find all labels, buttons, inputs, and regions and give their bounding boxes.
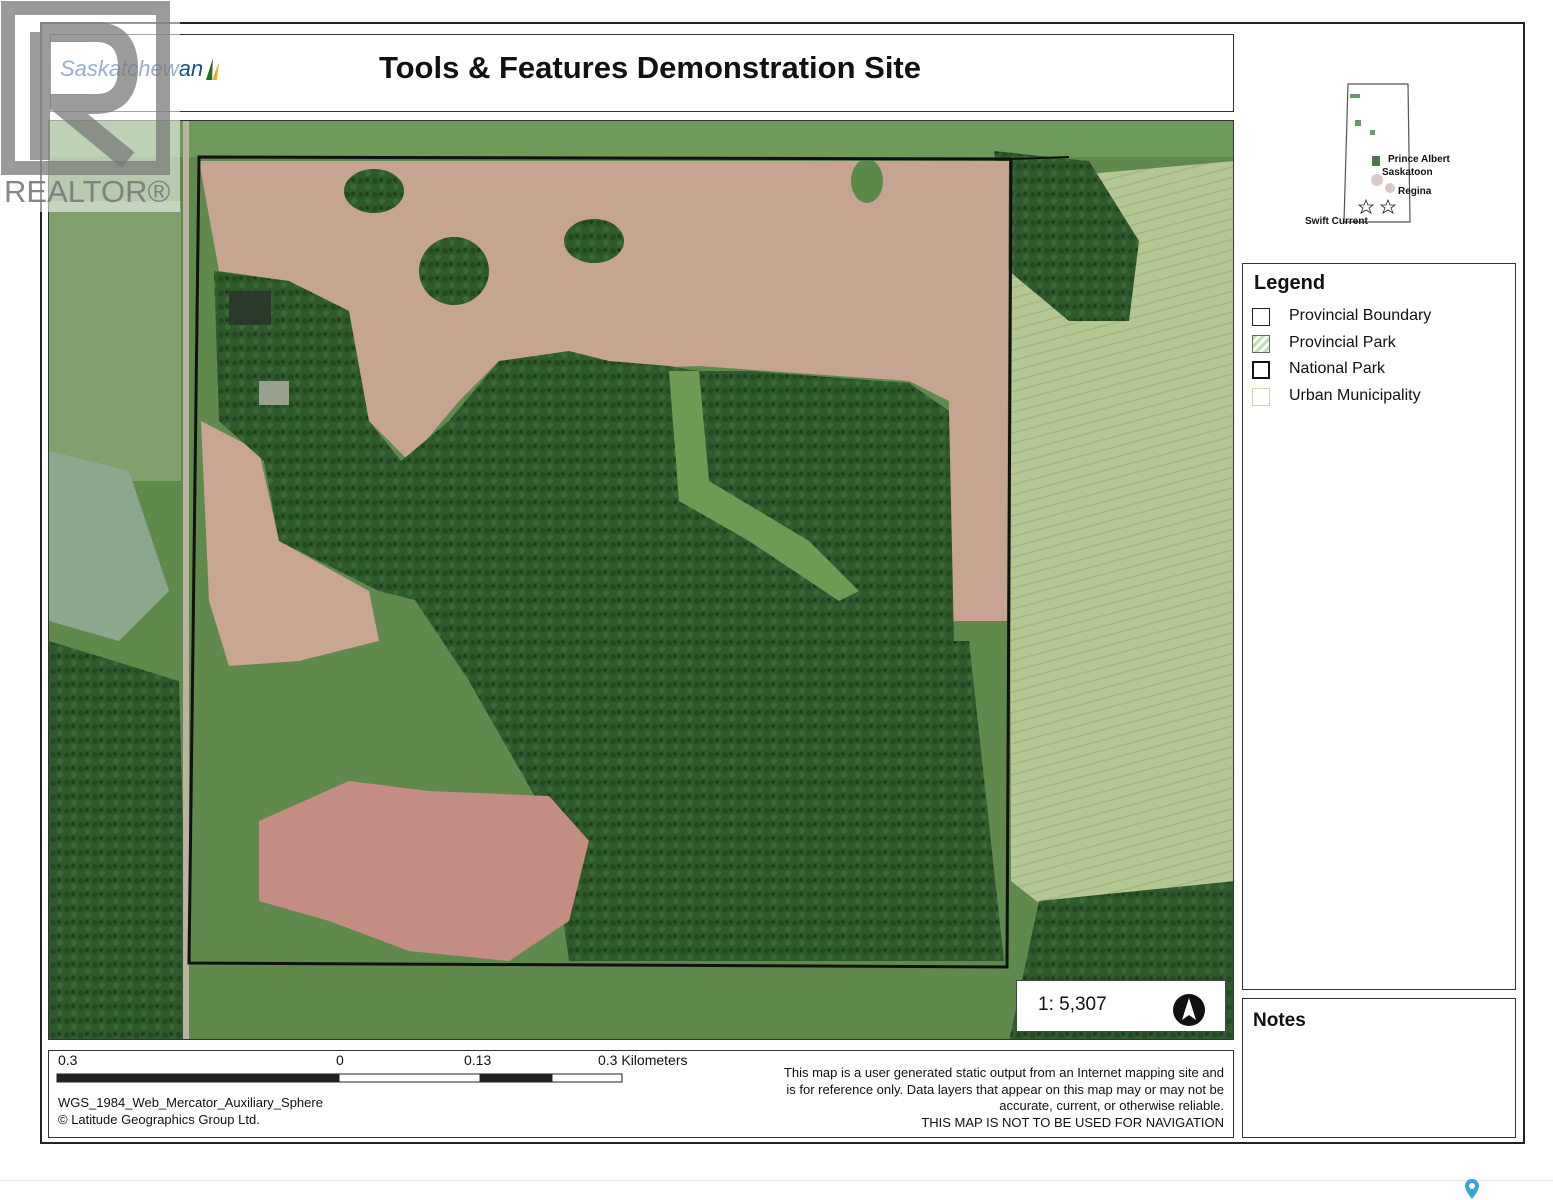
realtor-watermark-text: REALTOR® [4,174,171,209]
legend-item-label: National Park [1289,360,1386,377]
inset-city-label: Regina [1398,186,1432,197]
legend-item-provincial-boundary: Provincial Boundary [1252,307,1512,329]
location-pin-icon[interactable] [1464,1178,1480,1200]
satellite-map[interactable] [48,120,1234,1040]
projection-text: WGS_1984_Web_Mercator_Auxiliary_Sphere [58,1095,323,1110]
map-title: Tools & Features Demonstration Site [378,50,921,85]
legend-item-provincial-park: Provincial Park [1252,334,1512,356]
legend-item-label: Urban Municipality [1289,387,1421,404]
gravel-road [183,121,189,1039]
disclaimer-text: This map is a user generated static outp… [700,1065,1224,1131]
scale-bar [56,1073,623,1083]
legend-item-urban-municipality: Urban Municipality [1252,387,1512,409]
navigation-warning: THIS MAP IS NOT TO BE USED FOR NAVIGATIO… [921,1114,1224,1130]
farmyard-structure [259,381,289,405]
satellite-imagery [49,121,1233,1039]
disclaimer-line: accurate, current, or otherwise reliable… [999,1098,1224,1113]
realtor-logo-icon: REALTOR® [0,0,180,212]
north-arrow-icon [1173,994,1205,1026]
saskatchewan-inset-map: Prince Albert Saskatoon Regina Swift Cur… [1305,83,1451,227]
legend-item-label: Provincial Boundary [1289,307,1432,324]
legend-item-national-park: National Park [1252,360,1512,382]
page-divider [0,1180,1553,1181]
tree-island [564,219,624,263]
inset-city-label: Prince Albert [1388,154,1451,165]
legend-item-label: Provincial Park [1289,334,1396,351]
scale-label-left: 0.3 [58,1052,78,1068]
provincial-boundary-swatch-icon [1252,308,1270,326]
farmyard-building [229,291,271,325]
scale-ratio: 1: 5,307 [1038,994,1107,1015]
legend-title: Legend [1254,272,1326,294]
tree-island [419,237,489,305]
copyright-text: © Latitude Geographics Group Ltd. [58,1112,260,1127]
scale-label-zero: 0 [336,1052,344,1068]
top-field-strip [49,121,1233,157]
disclaimer-line: This map is a user generated static outp… [783,1065,1224,1080]
scale-label-mid: 0.13 [464,1052,492,1068]
provincial-park-swatch-icon [1252,335,1270,353]
urban-municipality-swatch-icon [1252,388,1270,406]
scale-label-right: 0.3 Kilometers [598,1052,688,1068]
left-field [49,201,181,481]
notes-title: Notes [1253,1010,1306,1031]
tree-island [851,159,883,203]
tree-island [344,169,404,213]
inset-city-label: Swift Current [1305,216,1368,227]
national-park-swatch-icon [1252,361,1270,379]
southwest-trees [49,641,189,1039]
wheat-logo-icon [206,58,219,80]
disclaimer-line: is for reference only. Data layers that … [786,1081,1224,1097]
inset-city-label: Saskatoon [1382,167,1433,178]
